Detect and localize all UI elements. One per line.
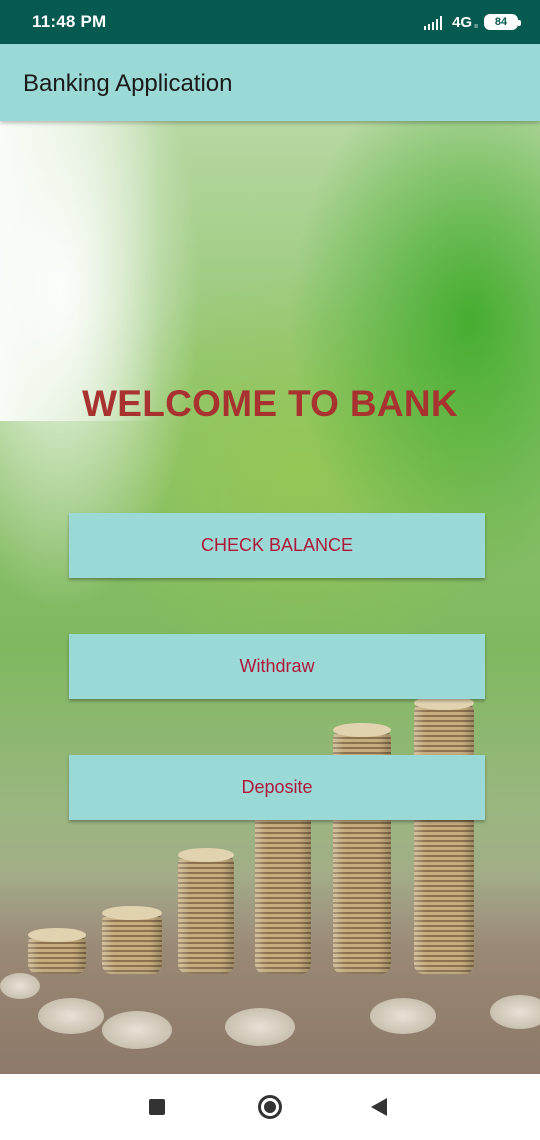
recents-icon[interactable] [149,1099,165,1115]
coin-image [0,973,40,999]
coin-stack-image [178,848,234,974]
withdraw-button[interactable]: Withdraw [69,634,485,699]
back-icon[interactable] [371,1098,387,1116]
coin-image [370,998,436,1034]
app-bar: Banking Application [0,44,540,121]
navigation-bar [0,1074,540,1140]
status-icons: 4G ıı 84 [424,12,521,32]
network-sub-label: ıı [474,22,478,30]
coin-stack-image [28,928,86,974]
coin-image [38,998,104,1034]
deposit-button[interactable]: Deposite [69,755,485,820]
network-label: 4G [452,13,473,31]
battery-icon: 84 [484,14,521,30]
app-title: Banking Application [23,70,233,97]
status-time: 11:48 PM [32,12,107,31]
signal-icon [424,14,446,30]
check-balance-button[interactable]: CHECK BALANCE [69,513,485,578]
coin-image [102,1011,172,1049]
welcome-heading: WELCOME TO BANK [82,383,458,424]
coin-stack-image [102,906,162,974]
coin-image [225,1008,295,1046]
main-content: WELCOME TO BANK CHECK BALANCE Withdraw D… [0,121,540,1074]
home-icon[interactable] [258,1095,282,1119]
battery-level: 84 [494,16,508,28]
status-bar: 11:48 PM 4G ıı 84 [0,0,540,44]
background-highlight [0,121,160,421]
coin-stack-image [414,696,474,974]
